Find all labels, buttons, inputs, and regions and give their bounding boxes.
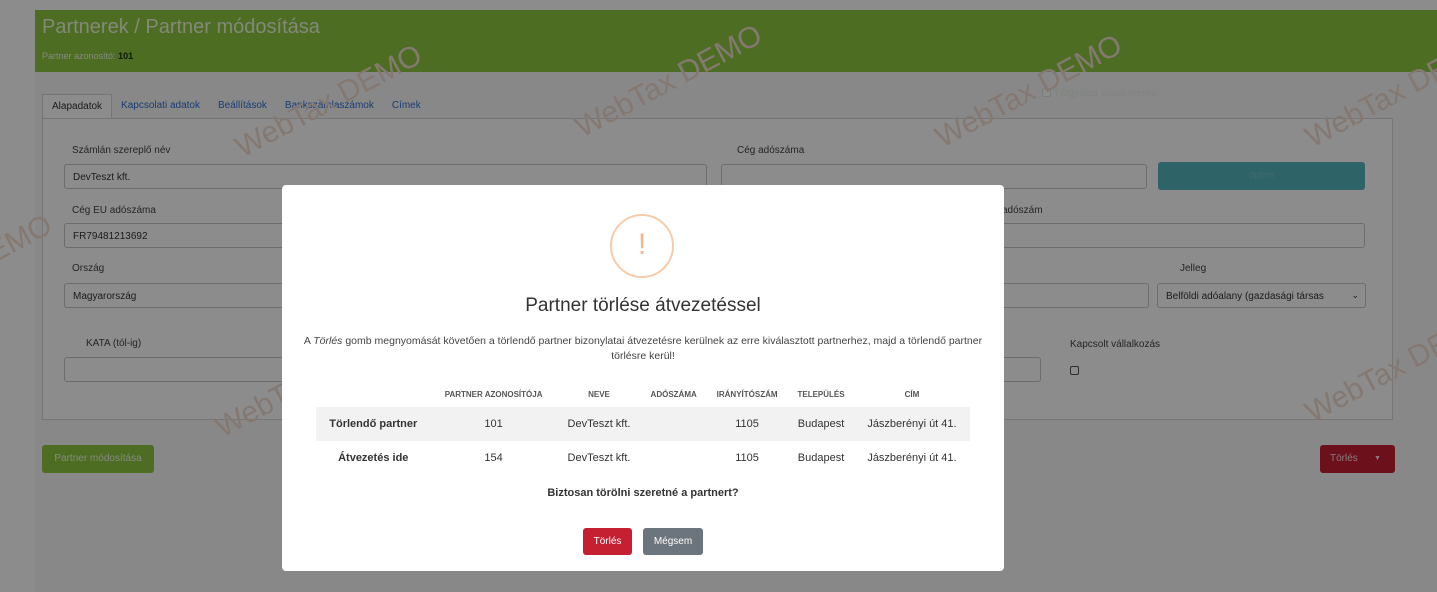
table-row: Átvezetés ide 154 DevTeszt kft. 1105 Bud… [316,441,970,475]
table-cell: Jászberényi út 41. [867,452,957,464]
column-header [316,381,431,407]
column-header: ADÓSZÁMA [650,389,697,399]
row-label: Törlendő partner [329,418,418,430]
table-cell: 1105 [735,418,759,430]
modal-title: Partner törlése átvezetéssel [525,295,761,316]
column-header: TELEPÜLÉS [797,389,845,399]
page: Partnerek / Partner módosítása Partner a… [0,0,1437,592]
table-cell: Jászberényi út 41. [867,418,957,430]
column-header: IRÁNYÍTÓSZÁM [716,389,778,399]
cancel-button[interactable]: Mégsem [643,528,703,555]
table-cell: DevTeszt kft. [567,418,631,430]
table-header-row: PARTNER AZONOSÍTÓJA NEVE ADÓSZÁMA IRÁNYÍ… [316,381,970,407]
column-header: CÍM [904,389,920,399]
table-cell [641,441,706,475]
table-cell: Budapest [797,418,845,430]
column-header: PARTNER AZONOSÍTÓJA [444,389,543,399]
partner-transfer-table: PARTNER AZONOSÍTÓJA NEVE ADÓSZÁMA IRÁNYÍ… [316,381,970,475]
modal-description: A Törlés gomb megnyomását követően a tör… [303,335,983,362]
table-row: Törlendő partner 101 DevTeszt kft. 1105 … [316,407,970,441]
row-label: Átvezetés ide [338,452,409,464]
delete-partner-modal: ! Partner törlése átvezetéssel A Törlés … [282,185,1004,571]
table-cell: Budapest [797,452,845,464]
table-cell: 1105 [735,452,759,464]
table-cell: 101 [484,418,503,430]
table-cell [641,407,706,441]
table-cell: 154 [484,452,503,464]
column-header: NEVE [588,389,610,399]
warning-icon: ! [610,214,674,278]
confirm-delete-button[interactable]: Törlés [583,528,632,555]
emphasis-delete: Törlés [313,335,343,347]
confirm-question: Biztosan törölni szeretné a partnert? [547,487,739,499]
table-cell: DevTeszt kft. [567,452,631,464]
